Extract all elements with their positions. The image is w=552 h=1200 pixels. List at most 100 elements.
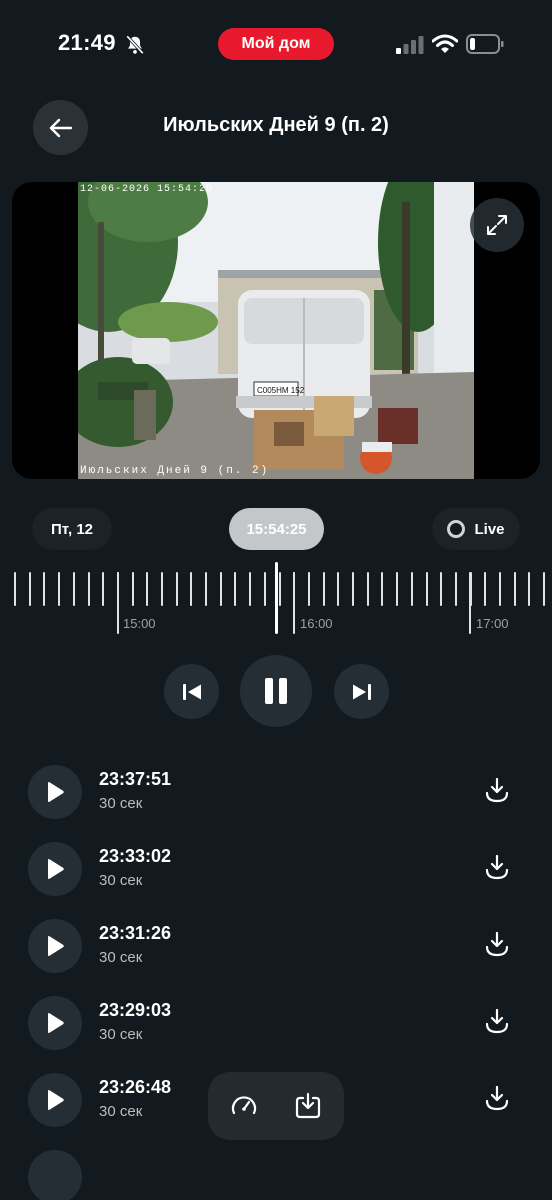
recording-item[interactable]: 23:31:26 30 сек — [0, 919, 552, 989]
camera-video-player[interactable]: С005НМ 152 12-06-2026 15:54:25 Июльских … — [12, 182, 540, 479]
recording-item[interactable]: 23:29:03 30 сек — [0, 996, 552, 1066]
timeline-tick — [73, 572, 75, 606]
wifi-icon — [432, 34, 458, 53]
timeline-tick — [249, 572, 251, 606]
play-button[interactable] — [28, 842, 82, 896]
timeline-tick — [484, 572, 486, 606]
recording-item-partial[interactable] — [0, 1150, 552, 1200]
timeline-tick — [190, 572, 192, 606]
timeline-tick — [381, 572, 383, 606]
recording-duration: 30 сек — [99, 949, 143, 966]
timeline-tick — [176, 572, 178, 606]
video-location-overlay: Июльских Дней 9 (п. 2) — [80, 465, 269, 477]
recording-item[interactable]: 23:37:51 30 сек — [0, 765, 552, 835]
back-button[interactable] — [33, 100, 88, 155]
previous-button[interactable] — [164, 664, 219, 719]
download-icon[interactable] — [294, 1090, 322, 1120]
download-icon[interactable] — [484, 1008, 510, 1036]
timeline-tick — [43, 572, 45, 606]
recording-time: 23:37:51 — [99, 769, 172, 789]
play-icon — [48, 1090, 64, 1110]
play-button[interactable] — [28, 996, 82, 1050]
timeline-tick — [220, 572, 222, 606]
camera-frame[interactable]: С005НМ 152 12-06-2026 15:54:25 Июльских … — [78, 182, 474, 479]
signal-icon — [396, 36, 424, 54]
timeline-scrubber[interactable]: 15:00 16:00 17:00 — [0, 560, 552, 640]
play-icon — [48, 1013, 64, 1033]
license-plate-text: С005НМ 152 — [257, 386, 305, 395]
download-icon[interactable] — [484, 854, 510, 882]
day-selector-chip[interactable]: Пт, 12 — [32, 508, 112, 550]
timeline-tick — [337, 572, 339, 606]
play-icon — [48, 859, 64, 879]
timeline-tick — [293, 572, 295, 606]
app-pill[interactable]: Мой дом — [218, 28, 334, 60]
play-button[interactable] — [28, 765, 82, 819]
recording-duration: 30 сек — [99, 795, 143, 812]
timeline-tick — [234, 572, 236, 606]
recording-time: 23:33:02 — [99, 846, 172, 866]
timeline-label: 16:00 — [300, 616, 333, 631]
timeline-label: 15:00 — [123, 616, 156, 631]
recording-duration: 30 сек — [99, 1026, 143, 1043]
expand-icon — [487, 215, 507, 235]
camera-scene-image: С005НМ 152 12-06-2026 15:54:25 Июльских … — [78, 182, 474, 479]
recording-duration: 30 сек — [99, 1103, 143, 1120]
timeline-label: 17:00 — [476, 616, 509, 631]
timeline-tick — [323, 572, 325, 606]
timeline-tick — [146, 572, 148, 606]
timeline-tick — [470, 572, 472, 606]
timeline-tick — [396, 572, 398, 606]
download-icon[interactable] — [484, 931, 510, 959]
timeline-tick — [102, 572, 104, 606]
timeline-playhead[interactable] — [275, 562, 278, 634]
timeline-tick — [528, 572, 530, 606]
recording-item[interactable]: 23:33:02 30 сек — [0, 842, 552, 912]
live-radio-icon — [447, 520, 466, 538]
battery-icon — [466, 34, 504, 54]
timeline-tick — [14, 572, 16, 606]
timeline-tick — [161, 572, 163, 606]
play-button[interactable] — [28, 1073, 82, 1127]
recording-duration: 30 сек — [99, 872, 143, 889]
live-label: Live — [474, 520, 505, 538]
pause-icon — [265, 678, 287, 704]
timeline-tick — [352, 572, 354, 606]
timeline-tick — [440, 572, 442, 606]
page-title: Июльских Дней 9 (п. 2) — [163, 114, 389, 136]
timeline-tick — [117, 572, 119, 606]
timeline-tick — [58, 572, 60, 606]
fullscreen-button[interactable] — [470, 198, 524, 252]
play-icon — [48, 936, 64, 956]
download-icon[interactable] — [484, 777, 510, 805]
recording-time: 23:26:48 — [99, 1077, 172, 1097]
timeline-tick — [367, 572, 369, 606]
download-icon[interactable] — [484, 1085, 510, 1113]
timeline-tick — [426, 572, 428, 606]
video-timestamp-overlay: 12-06-2026 15:54:25 — [80, 184, 213, 195]
speedometer-icon[interactable] — [230, 1092, 258, 1120]
live-button[interactable]: Live — [432, 508, 520, 550]
current-time-chip[interactable]: 15:54:25 — [229, 508, 324, 550]
next-button[interactable] — [334, 664, 389, 719]
recording-time: 23:29:03 — [99, 1000, 172, 1020]
skip-previous-icon — [182, 683, 201, 700]
status-bar: 21:49 Мой дом — [0, 0, 552, 90]
timeline-tick — [88, 572, 90, 606]
timeline-tick — [499, 572, 501, 606]
play-button[interactable] — [28, 1150, 82, 1200]
timeline-tick — [455, 572, 457, 606]
timeline-tick — [132, 572, 134, 606]
timeline-tick — [279, 572, 281, 606]
timeline-tick — [29, 572, 31, 606]
status-time: 21:49 — [58, 30, 116, 55]
pause-button[interactable] — [240, 655, 312, 727]
floating-action-bar — [208, 1072, 344, 1140]
timeline-tick — [411, 572, 413, 606]
skip-next-icon — [352, 683, 371, 700]
play-icon — [48, 782, 64, 802]
timeline-tick — [205, 572, 207, 606]
timeline-tick — [543, 572, 545, 606]
recording-time: 23:31:26 — [99, 923, 172, 943]
play-button[interactable] — [28, 919, 82, 973]
